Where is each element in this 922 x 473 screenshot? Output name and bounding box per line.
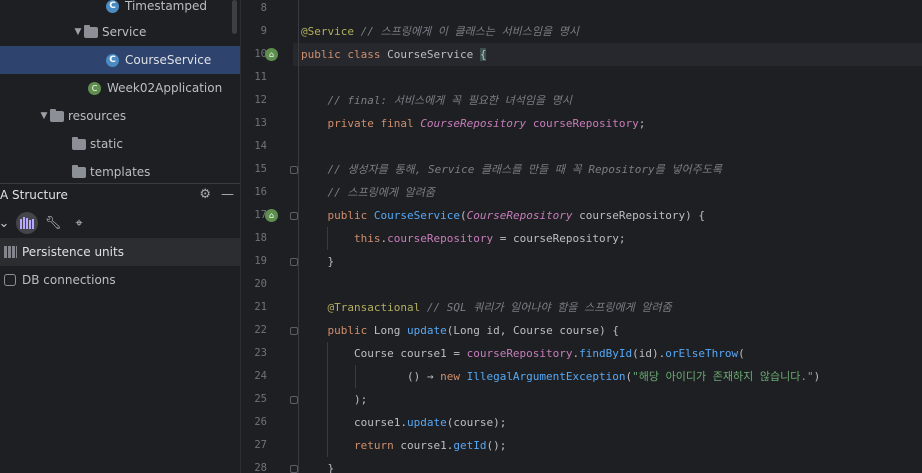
line-number: 26 [254, 416, 267, 428]
code-line[interactable]: public CourseService(CourseRepository co… [301, 204, 706, 227]
line-number: 11 [254, 71, 267, 83]
code-line[interactable]: public class CourseService { [301, 43, 487, 66]
structure-panel: A Structure ⚙ — ⌄ 🔧︎ ⌖ Persistence units… [0, 183, 240, 473]
tree-item-label: Service [102, 25, 147, 39]
fold-marker-icon[interactable] [290, 396, 298, 404]
line-number: 13 [254, 117, 267, 129]
tree-item-label: static [90, 137, 123, 151]
fold-marker-icon[interactable] [290, 465, 298, 473]
line-number: 22 [254, 324, 267, 336]
tree-item-templates[interactable]: templates [0, 158, 240, 183]
fold-marker-icon[interactable] [290, 166, 298, 174]
tree-item-label: Week02Application [107, 81, 223, 95]
class-icon: C [106, 0, 119, 13]
chevron-down-icon[interactable]: ▼ [38, 111, 50, 121]
folder-icon [72, 164, 86, 178]
line-number: 24 [254, 370, 267, 382]
spring-class-icon: C [88, 81, 101, 95]
code-line[interactable]: } [301, 457, 334, 473]
code-line[interactable]: @Service // 스프링에게 이 클래스는 서비스임을 명시 [301, 20, 579, 43]
line-number: 28 [254, 462, 267, 473]
indent-guide [298, 0, 299, 473]
line-number: 15 [254, 163, 267, 175]
tree-item-label: CourseService [125, 53, 212, 67]
spring-bean-gutter-icon[interactable]: ⌂ [265, 48, 278, 61]
fold-marker-icon[interactable] [290, 327, 298, 335]
gear-icon[interactable]: ⚙ [199, 187, 211, 202]
line-number: 14 [254, 140, 267, 152]
wrench-icon[interactable]: 🔧︎ [42, 212, 64, 234]
chevron-down-icon[interactable]: ▼ [72, 27, 84, 37]
code-line[interactable]: return course1.getId(); [301, 434, 506, 457]
line-number: 9 [260, 25, 267, 37]
panel-title: A Structure [0, 188, 68, 202]
project-tree: C Timestamped ▼ Service C CourseService … [0, 0, 240, 183]
code-line[interactable]: course1.update(course); [301, 411, 506, 434]
tree-item-week02application[interactable]: C Week02Application [0, 74, 240, 102]
code-line[interactable]: Course course1 = courseRepository.findBy… [301, 342, 745, 365]
line-number: 16 [254, 186, 267, 198]
tree-item-timestamped[interactable]: C Timestamped [0, 0, 240, 20]
tree-item-label: Timestamped [125, 0, 207, 13]
line-number: 20 [254, 278, 267, 290]
code-line[interactable]: @Transactional // SQL 쿼리가 일어나야 함을 스프링에게 … [301, 296, 672, 319]
spring-bean-gutter-icon[interactable]: ⌂ [265, 209, 278, 222]
line-number: 21 [254, 301, 267, 313]
tree-item-static[interactable]: static [0, 130, 240, 158]
list-item-label: DB connections [22, 273, 116, 287]
line-number: 18 [254, 232, 267, 244]
code-line[interactable]: public Long update(Long id, Course cours… [301, 319, 619, 342]
crosshair-icon[interactable]: ⌖ [68, 212, 90, 234]
tree-item-service[interactable]: ▼ Service [0, 18, 240, 46]
code-line[interactable]: this.courseRepository = courseRepository… [301, 227, 626, 250]
ide-window: C Timestamped ▼ Service C CourseService … [0, 0, 922, 473]
code-line[interactable]: // final: 서비스에게 꼭 필요한 녀석임을 명시 [301, 89, 573, 112]
line-number: 10 [254, 48, 267, 60]
structure-panel-header: A Structure ⚙ — [0, 184, 240, 206]
tree-item-label: resources [68, 109, 127, 123]
minimize-icon[interactable]: — [221, 187, 234, 202]
structure-toolbar: ⌄ 🔧︎ ⌖ [0, 209, 240, 237]
code-line[interactable]: // 생성자를 통해, Service 클래스를 만들 때 꼭 Reposito… [301, 158, 722, 181]
code-line[interactable]: ); [301, 388, 367, 411]
list-item-persistence-units[interactable]: Persistence units [0, 238, 240, 266]
class-icon: C [106, 53, 119, 67]
folder-icon [84, 24, 98, 38]
line-number: 17 [254, 209, 267, 221]
tree-item-courseservice[interactable]: C CourseService [0, 46, 240, 74]
chevron-down-icon[interactable]: ⌄ [0, 212, 9, 234]
list-item-db-connections[interactable]: DB connections [0, 266, 240, 294]
line-number: 27 [254, 439, 267, 451]
persistence-units-icon [4, 246, 17, 258]
folder-icon [50, 108, 64, 122]
code-line[interactable]: private final CourseRepository courseRep… [301, 112, 646, 135]
database-icon [4, 274, 16, 286]
code-line[interactable]: } [301, 250, 334, 273]
line-number: 19 [254, 255, 267, 267]
fold-marker-icon[interactable] [290, 258, 298, 266]
list-item-label: Persistence units [22, 245, 124, 259]
line-number: 23 [254, 347, 267, 359]
folder-icon [72, 136, 86, 150]
line-number: 25 [254, 393, 267, 405]
line-number: 12 [254, 94, 267, 106]
tree-item-label: templates [90, 165, 151, 179]
fold-marker-icon[interactable] [290, 212, 298, 220]
persistence-view-icon[interactable] [16, 212, 38, 234]
code-line[interactable]: () → new IllegalArgumentException("해당 아이… [301, 365, 820, 388]
line-number: 8 [260, 2, 267, 14]
tree-item-resources[interactable]: ▼ resources [0, 102, 240, 130]
code-line[interactable]: // 스프링에게 알려줌 [301, 181, 435, 204]
code-editor[interactable]: 8 9 @Service // 스프링에게 이 클래스는 서비스임을 명시 10 pub… [240, 0, 922, 473]
